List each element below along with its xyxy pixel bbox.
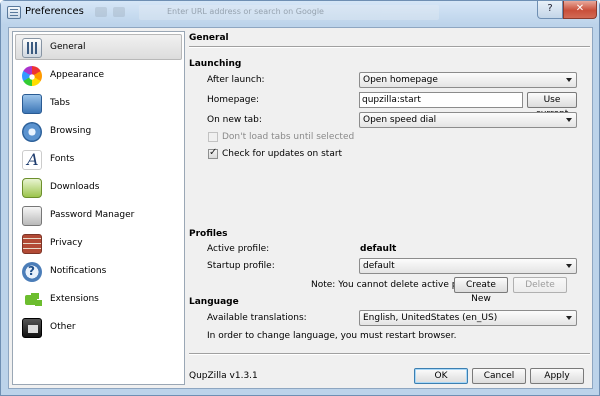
language-restart-note: In order to change language, you must re… <box>207 331 457 341</box>
sidebar-item-appearance[interactable]: Appearance <box>15 62 182 88</box>
check-updates-checkbox[interactable] <box>208 147 218 159</box>
forward-icon <box>113 7 125 17</box>
sidebar-item-label: Other <box>50 322 76 332</box>
startup-profile-value: default <box>363 261 395 271</box>
notifications-icon <box>22 262 42 282</box>
background-url-bar: Enter URL address or search on Google <box>139 5 439 20</box>
appearance-icon <box>22 66 42 86</box>
translations-value: English, UnitedStates (en_US) <box>363 313 498 323</box>
sidebar-item-downloads[interactable]: Downloads <box>15 174 182 200</box>
sidebar-item-extensions[interactable]: Extensions <box>15 286 182 312</box>
apply-button[interactable]: Apply <box>530 368 584 384</box>
use-current-button[interactable]: Use current <box>527 92 577 119</box>
delete-profile-button[interactable]: Delete <box>513 277 567 293</box>
homepage-field[interactable] <box>359 92 523 108</box>
after-launch-value: Open homepage <box>363 75 438 85</box>
general-icon <box>22 38 42 58</box>
page-title: General <box>189 33 229 43</box>
background-browser-toolbar: Enter URL address or search on Google <box>91 3 451 21</box>
active-profile-label: Active profile: <box>207 244 270 254</box>
chevron-down-icon <box>566 316 572 320</box>
startup-profile-select[interactable]: default <box>359 258 577 274</box>
homepage-label: Homepage: <box>207 95 260 105</box>
sidebar-item-label: Fonts <box>50 154 75 164</box>
title-bar[interactable]: Preferences Enter URL address or search … <box>1 1 599 25</box>
active-profile-value: default <box>360 244 397 254</box>
translations-select[interactable]: English, UnitedStates (en_US) <box>359 310 577 326</box>
launching-heading: Launching <box>189 59 242 69</box>
sidebar-item-browsing[interactable]: Browsing <box>15 118 182 144</box>
sidebar-item-tabs[interactable]: Tabs <box>15 90 182 116</box>
dont-load-tabs-checkbox[interactable] <box>208 132 218 142</box>
sidebar-item-label: General <box>50 42 86 52</box>
sidebar-item-label: Appearance <box>50 70 105 80</box>
help-button[interactable]: ? <box>537 1 563 19</box>
dialog-body: General Appearance Tabs Browsing Fonts D… <box>8 27 593 389</box>
password-icon <box>22 206 42 226</box>
startup-profile-label: Startup profile: <box>207 261 275 271</box>
sidebar-item-privacy[interactable]: Privacy <box>15 230 182 256</box>
close-button[interactable]: ✕ <box>563 1 597 19</box>
window-title: Preferences <box>25 6 84 17</box>
sidebar-item-label: Tabs <box>50 98 70 108</box>
chevron-down-icon <box>566 264 572 268</box>
preferences-sidebar: General Appearance Tabs Browsing Fonts D… <box>12 31 185 385</box>
background-url-placeholder: Enter URL address or search on Google <box>167 7 324 16</box>
sidebar-item-label: Privacy <box>50 238 83 248</box>
create-new-profile-button[interactable]: Create New <box>454 277 508 304</box>
profiles-heading: Profiles <box>189 229 228 239</box>
tabs-icon <box>22 94 42 114</box>
sidebar-item-label: Notifications <box>50 266 107 276</box>
other-icon <box>22 318 42 338</box>
back-icon <box>95 7 107 17</box>
new-tab-select[interactable]: Open speed dial <box>359 112 577 128</box>
sidebar-item-general[interactable]: General <box>15 34 182 60</box>
preferences-app-icon <box>7 6 21 19</box>
browsing-icon <box>22 122 42 142</box>
sidebar-item-password-manager[interactable]: Password Manager <box>15 202 182 228</box>
after-launch-select[interactable]: Open homepage <box>359 72 577 88</box>
sidebar-item-label: Downloads <box>50 182 100 192</box>
sidebar-item-notifications[interactable]: Notifications <box>15 258 182 284</box>
sidebar-item-other[interactable]: Other <box>15 314 182 340</box>
sidebar-item-fonts[interactable]: Fonts <box>15 146 182 172</box>
sidebar-item-label: Browsing <box>50 126 92 136</box>
preferences-window: Preferences Enter URL address or search … <box>0 0 600 396</box>
language-heading: Language <box>189 297 239 307</box>
sidebar-item-label: Extensions <box>50 294 99 304</box>
fonts-icon <box>22 150 42 170</box>
privacy-icon <box>22 234 42 254</box>
downloads-icon <box>22 178 42 198</box>
check-updates-label: Check for updates on start <box>222 149 343 159</box>
dont-load-tabs-label: Don't load tabs until selected <box>222 132 355 142</box>
cancel-button[interactable]: Cancel <box>472 368 526 384</box>
chevron-down-icon <box>566 118 572 122</box>
extensions-icon <box>22 290 42 310</box>
preferences-content: General Launching After launch: Open hom… <box>189 31 590 385</box>
new-tab-value: Open speed dial <box>363 115 437 125</box>
version-label: QupZilla v1.3.1 <box>189 371 258 381</box>
homepage-input[interactable] <box>362 94 520 106</box>
sidebar-item-label: Password Manager <box>50 210 135 220</box>
chevron-down-icon <box>566 78 572 82</box>
ok-button[interactable]: OK <box>414 368 468 384</box>
title-divider <box>189 46 590 48</box>
footer-divider <box>189 353 590 355</box>
new-tab-label: On new tab: <box>207 115 262 125</box>
translations-label: Available translations: <box>207 313 307 323</box>
after-launch-label: After launch: <box>207 75 265 85</box>
